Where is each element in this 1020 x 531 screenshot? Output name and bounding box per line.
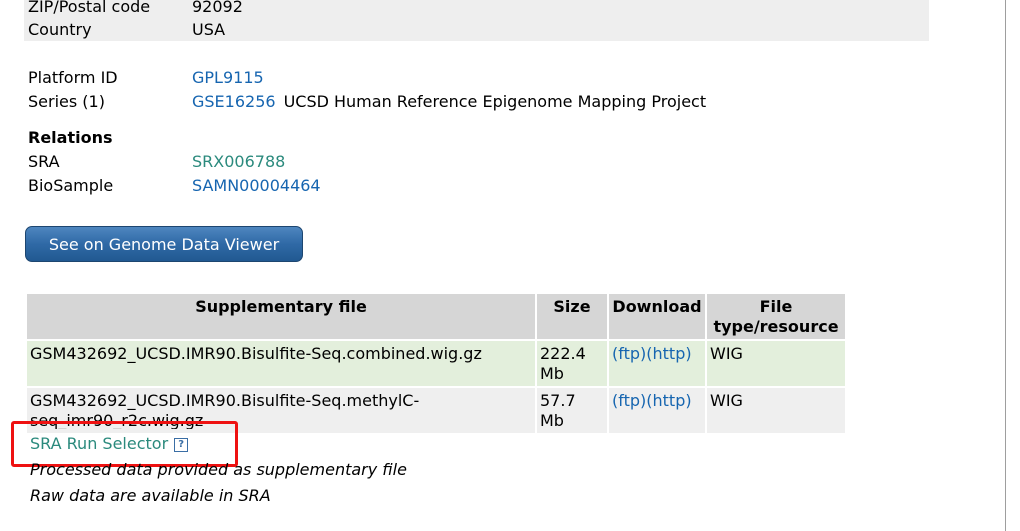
platform-value: GPL9115 <box>192 67 264 89</box>
geo-sample-page: ZIP/Postal code 92092 Country USA Platfo… <box>0 0 1020 531</box>
window-border <box>1005 0 1006 531</box>
series-row: Series (1) GSE16256 UCSD Human Reference … <box>28 91 928 113</box>
relations-heading: Relations <box>28 128 113 147</box>
http-link[interactable]: (http) <box>646 344 691 363</box>
header-supplementary-file: Supplementary file <box>27 294 535 339</box>
country-row: Country USA <box>28 19 918 41</box>
ftp-link[interactable]: (ftp) <box>612 391 646 410</box>
platform-row: Platform ID GPL9115 <box>28 67 928 89</box>
zip-label: ZIP/Postal code <box>28 0 151 16</box>
file-name-cell: GSM432692_UCSD.IMR90.Bisulfite-Seq.methy… <box>27 388 535 433</box>
table-row: GSM432692_UCSD.IMR90.Bisulfite-Seq.combi… <box>27 341 845 386</box>
country-label: Country <box>28 20 92 39</box>
series-title: UCSD Human Reference Epigenome Mapping P… <box>283 92 707 111</box>
ftp-link[interactable]: (ftp) <box>612 344 646 363</box>
http-link[interactable]: (http) <box>646 391 691 410</box>
genome-data-viewer-button[interactable]: See on Genome Data Viewer <box>25 226 303 262</box>
zip-value: 92092 <box>192 0 243 16</box>
header-download: Download <box>609 294 705 339</box>
supplementary-files-table: Supplementary file Size Download File ty… <box>25 292 847 435</box>
file-name: GSM432692_UCSD.IMR90.Bisulfite-Seq.methy… <box>30 391 420 429</box>
sra-run-selector-link[interactable]: SRA Run Selector <box>30 434 168 453</box>
sra-row: SRA SRX006788 <box>28 151 928 173</box>
header-file-type: File type/resource <box>707 294 845 339</box>
sra-label: SRA <box>28 152 60 171</box>
contact-section: ZIP/Postal code 92092 Country USA <box>24 0 929 41</box>
series-link[interactable]: GSE16256 <box>192 92 276 111</box>
biosample-value: SAMN00004464 <box>192 175 321 197</box>
zip-row: ZIP/Postal code 92092 <box>28 0 918 18</box>
file-type: WIG <box>707 388 845 433</box>
file-size: 57.7 Mb <box>537 388 607 433</box>
table-row: GSM432692_UCSD.IMR90.Bisulfite-Seq.methy… <box>27 388 845 433</box>
biosample-row: BioSample SAMN00004464 <box>28 175 928 197</box>
processed-data-note: Processed data provided as supplementary… <box>30 460 407 479</box>
biosample-label: BioSample <box>28 176 114 195</box>
platform-link[interactable]: GPL9115 <box>192 68 264 87</box>
biosample-link[interactable]: SAMN00004464 <box>192 176 321 195</box>
file-name: GSM432692_UCSD.IMR90.Bisulfite-Seq.combi… <box>30 344 482 363</box>
help-icon[interactable]: ? <box>174 438 189 452</box>
table-header-row: Supplementary file Size Download File ty… <box>27 294 845 339</box>
sra-value: SRX006788 <box>192 151 285 173</box>
sra-run-selector-row: SRA Run Selector? <box>30 433 189 455</box>
file-size: 222.4 Mb <box>537 341 607 386</box>
series-value: GSE16256 UCSD Human Reference Epigenome M… <box>192 91 706 113</box>
file-type: WIG <box>707 341 845 386</box>
country-value: USA <box>192 20 226 39</box>
download-cell: (ftp)(http) <box>609 341 705 386</box>
series-label: Series (1) <box>28 92 105 111</box>
raw-data-note: Raw data are available in SRA <box>30 486 271 505</box>
sra-link[interactable]: SRX006788 <box>192 152 285 171</box>
file-name-cell: GSM432692_UCSD.IMR90.Bisulfite-Seq.combi… <box>27 341 535 386</box>
header-size: Size <box>537 294 607 339</box>
platform-label: Platform ID <box>28 68 118 87</box>
download-cell: (ftp)(http) <box>609 388 705 433</box>
